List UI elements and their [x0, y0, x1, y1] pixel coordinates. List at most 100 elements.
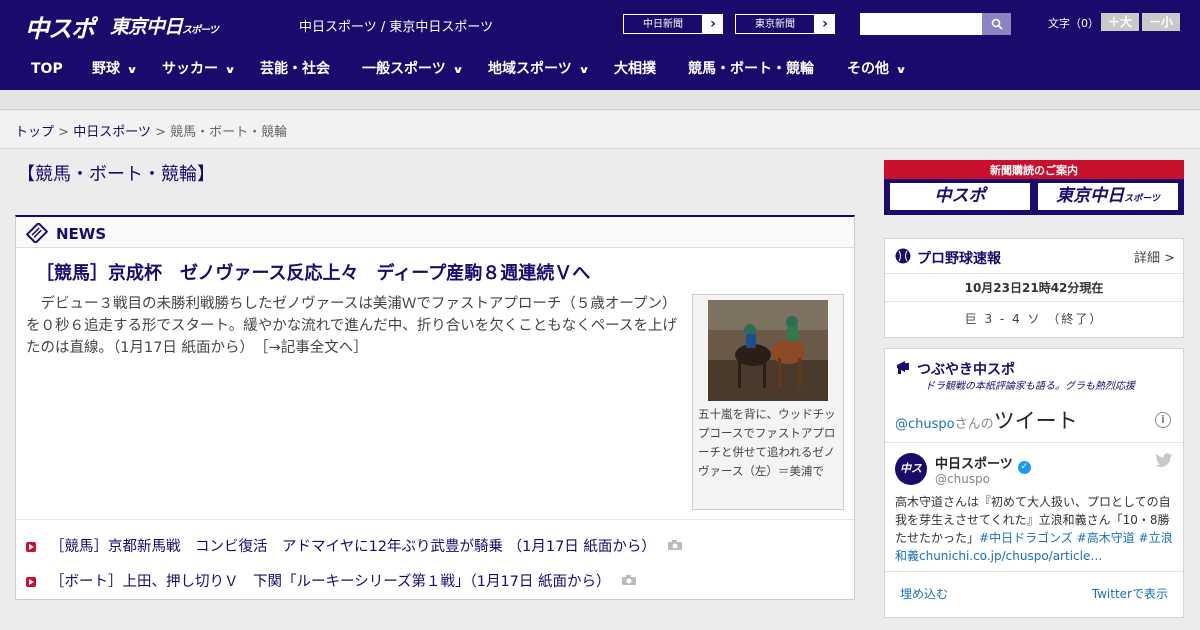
breadcrumb-section-link[interactable]: 中日スポーツ [73, 125, 151, 140]
play-bullet-icon [26, 577, 36, 587]
subscribe-banner[interactable]: 新聞購読のご案内 中スポ 東京中日スポーツ [884, 160, 1184, 215]
chevron-down-icon: ∨ [578, 65, 590, 76]
subscribe-tokyo-sub: スポーツ [1124, 194, 1160, 204]
news-headline[interactable]: ［競馬］京成杯 ゼノヴァース反応上々 ディープ産駒８週連続Ｖへ [36, 259, 590, 285]
subscribe-chuspo-button[interactable]: 中スポ [888, 181, 1032, 212]
page-title: 【競馬・ボート・競輪】 [17, 164, 215, 185]
news-divider [16, 519, 854, 520]
news-photo[interactable] [708, 300, 828, 401]
megaphone-icon [897, 361, 909, 374]
breadcrumb: トップ > 中日スポーツ > 競馬・ボート・競輪 [15, 121, 287, 140]
twitter-card: つぶやき中スポ ドラ観戦の本紙評論家も語る。グラも熱烈応援 @chuspoさんの… [884, 348, 1184, 618]
embed-link[interactable]: 埋め込む [900, 585, 948, 602]
camera-icon [667, 540, 682, 550]
font-size-up-button[interactable]: ＋大 [1101, 13, 1139, 31]
nav-item-general-sports[interactable]: 一般スポーツ ∨ [362, 48, 464, 90]
chevron-down-icon: ∨ [452, 65, 464, 76]
horse-racing-photo [708, 300, 828, 401]
search-button[interactable] [982, 13, 1011, 35]
nav-item-entertainment[interactable]: 芸能・社会 [260, 48, 330, 90]
chevron-down-icon: ∨ [126, 65, 138, 76]
tweet-author-handle[interactable]: @chuspo [935, 472, 990, 486]
news-lead: デビュー３戦目の未勝利戦勝ちしたゼノヴァースは美浦Ｗでファストアプローチ（５歳オ… [26, 293, 686, 359]
read-more-link[interactable]: ［→記事全文へ］ [261, 340, 367, 356]
baseball-title: プロ野球速報 [917, 251, 1001, 267]
nav-item-label: 大相撲 [614, 61, 656, 77]
tokyo-chunichi-logo-sub: スポーツ [182, 25, 219, 36]
news-section: NEWS ［競馬］京成杯 ゼノヴァース反応上々 ディープ産駒８週連続Ｖへ デビュ… [15, 215, 855, 600]
chevron-right-icon: › [710, 16, 716, 32]
breadcrumb-separator: > [54, 125, 74, 140]
twitter-bird-icon[interactable] [1155, 453, 1173, 468]
divider [885, 301, 1183, 302]
main-nav: TOP 野球 ∨ サッカー ∨ 芸能・社会 一般スポーツ ∨ 地域スポーツ ∨ 大相撲 … [0, 48, 1200, 90]
tweets-heading: @chuspoさんのツイート [895, 405, 1078, 435]
site-links[interactable]: 中日スポーツ / 東京中日スポーツ [299, 16, 493, 35]
view-on-twitter-link[interactable]: Twitterで表示 [1092, 585, 1168, 602]
nav-item-top[interactable]: TOP [31, 48, 63, 90]
nav-item-label: 地域スポーツ [488, 61, 572, 77]
ad-strip [0, 90, 1200, 110]
news-list-text: ［競馬］京都新馬戦 コンビ復活 アドマイヤに12年ぶり武豊が騎乗 （1月17日 … [50, 539, 656, 555]
tokyo-chunichi-logo-text: 東京中日 [110, 16, 183, 38]
news-list-text: ［ボート］上田、押し切りＶ 下関「ルーキーシリーズ第１戦」（1月17日 紙面から… [50, 574, 611, 590]
nav-item-label: 芸能・社会 [260, 61, 330, 77]
search-input[interactable] [860, 13, 982, 35]
twitter-card-subtitle: ドラ観戦の本紙評論家も語る。グラも熱烈応援 [925, 381, 1135, 392]
tweet-author-name-text: 中日スポーツ [935, 457, 1013, 472]
divider [885, 571, 1183, 572]
info-icon[interactable]: i [1155, 412, 1171, 428]
play-bullet-icon [26, 542, 36, 552]
baseball-scores-card: プロ野球速報 詳細 > 10月23日21時42分現在 巨 3 - 4 ソ （終了… [884, 238, 1184, 338]
nav-item-racing[interactable]: 競馬・ボート・競輪 [688, 48, 814, 90]
newspaper-icon [26, 223, 48, 243]
nav-item-other[interactable]: その他 ∨ [847, 48, 907, 90]
baseball-score[interactable]: 巨 3 - 4 ソ （終了） [885, 310, 1183, 327]
news-header: NEWS [16, 217, 854, 248]
nav-item-sumo[interactable]: 大相撲 [614, 48, 656, 90]
divider [885, 442, 1183, 443]
chevron-right-icon: › [822, 16, 828, 32]
tweet-text: 高木守道さんは『初めて大人扱い、プロとしての自我を芽生えさせてくれた』立浪和義さ… [895, 493, 1177, 565]
breadcrumb-current: 競馬・ボート・競輪 [170, 125, 288, 140]
divider [885, 273, 1183, 274]
tweets-heading-title: ツイート [993, 409, 1078, 433]
font-size-label: 文字（0） [1048, 17, 1099, 30]
tweet-author-name[interactable]: 中日スポーツ ✓ [935, 453, 1031, 474]
baseball-icon [895, 248, 911, 264]
news-list-item[interactable]: ［競馬］京都新馬戦 コンビ復活 アドマイヤに12年ぶり武豊が騎乗 （1月17日 … [26, 535, 683, 556]
nav-item-label: サッカー [162, 61, 218, 77]
nav-item-baseball[interactable]: 野球 ∨ [92, 48, 138, 90]
chevron-down-icon: ∨ [895, 65, 907, 76]
avatar[interactable]: 中スポ [895, 453, 927, 507]
news-list-item[interactable]: ［ボート］上田、押し切りＶ 下関「ルーキーシリーズ第１戦」（1月17日 紙面から… [26, 570, 637, 591]
nav-item-label: 野球 [92, 61, 120, 77]
chunichi-shimbun-label: 中日新聞 [623, 14, 703, 34]
tokyo-shimbun-label: 東京新聞 [735, 14, 815, 34]
tokyo-chunichi-logo[interactable]: 東京中日スポーツ [110, 12, 219, 39]
font-size-down-button[interactable]: －小 [1142, 13, 1180, 31]
tokyo-shimbun-button[interactable]: 東京新聞 › [734, 13, 836, 35]
tweets-heading-handle[interactable]: @chuspo [895, 417, 955, 432]
chevron-down-icon: ∨ [224, 65, 236, 76]
nav-item-label: 一般スポーツ [362, 61, 446, 77]
chuspo-logo[interactable]: 中スポ [25, 9, 95, 44]
camera-icon [622, 575, 637, 585]
breadcrumb-home-link[interactable]: トップ [15, 125, 54, 140]
photo-caption: 五十嵐を背に、ウッドチップコースでファストアプローチと併せて追われるゼノヴァース… [698, 407, 836, 478]
search-icon [991, 18, 1003, 30]
tweets-heading-san: さんの [954, 417, 994, 432]
subscribe-tokyo-button[interactable]: 東京中日スポーツ [1036, 181, 1180, 212]
nav-item-label: 競馬・ボート・競輪 [688, 61, 814, 77]
news-label: NEWS [56, 225, 107, 243]
news-photo-box: 五十嵐を背に、ウッドチップコースでファストアプローチと併せて追われるゼノヴァース… [692, 294, 844, 510]
subscribe-tokyo-text: 東京中日 [1056, 186, 1125, 206]
nav-item-local-sports[interactable]: 地域スポーツ ∨ [488, 48, 590, 90]
baseball-time: 10月23日21時42分現在 [964, 281, 1104, 295]
baseball-detail-link[interactable]: 詳細 > [1134, 247, 1175, 266]
chunichi-shimbun-button[interactable]: 中日新聞 › [622, 13, 724, 35]
breadcrumb-separator: > [150, 125, 171, 140]
nav-item-soccer[interactable]: サッカー ∨ [162, 48, 236, 90]
site-header: 中スポ 東京中日スポーツ 中日スポーツ / 東京中日スポーツ 中日新聞 › 東京… [0, 0, 1200, 48]
twitter-card-title: つぶやき中スポ [917, 362, 1015, 378]
